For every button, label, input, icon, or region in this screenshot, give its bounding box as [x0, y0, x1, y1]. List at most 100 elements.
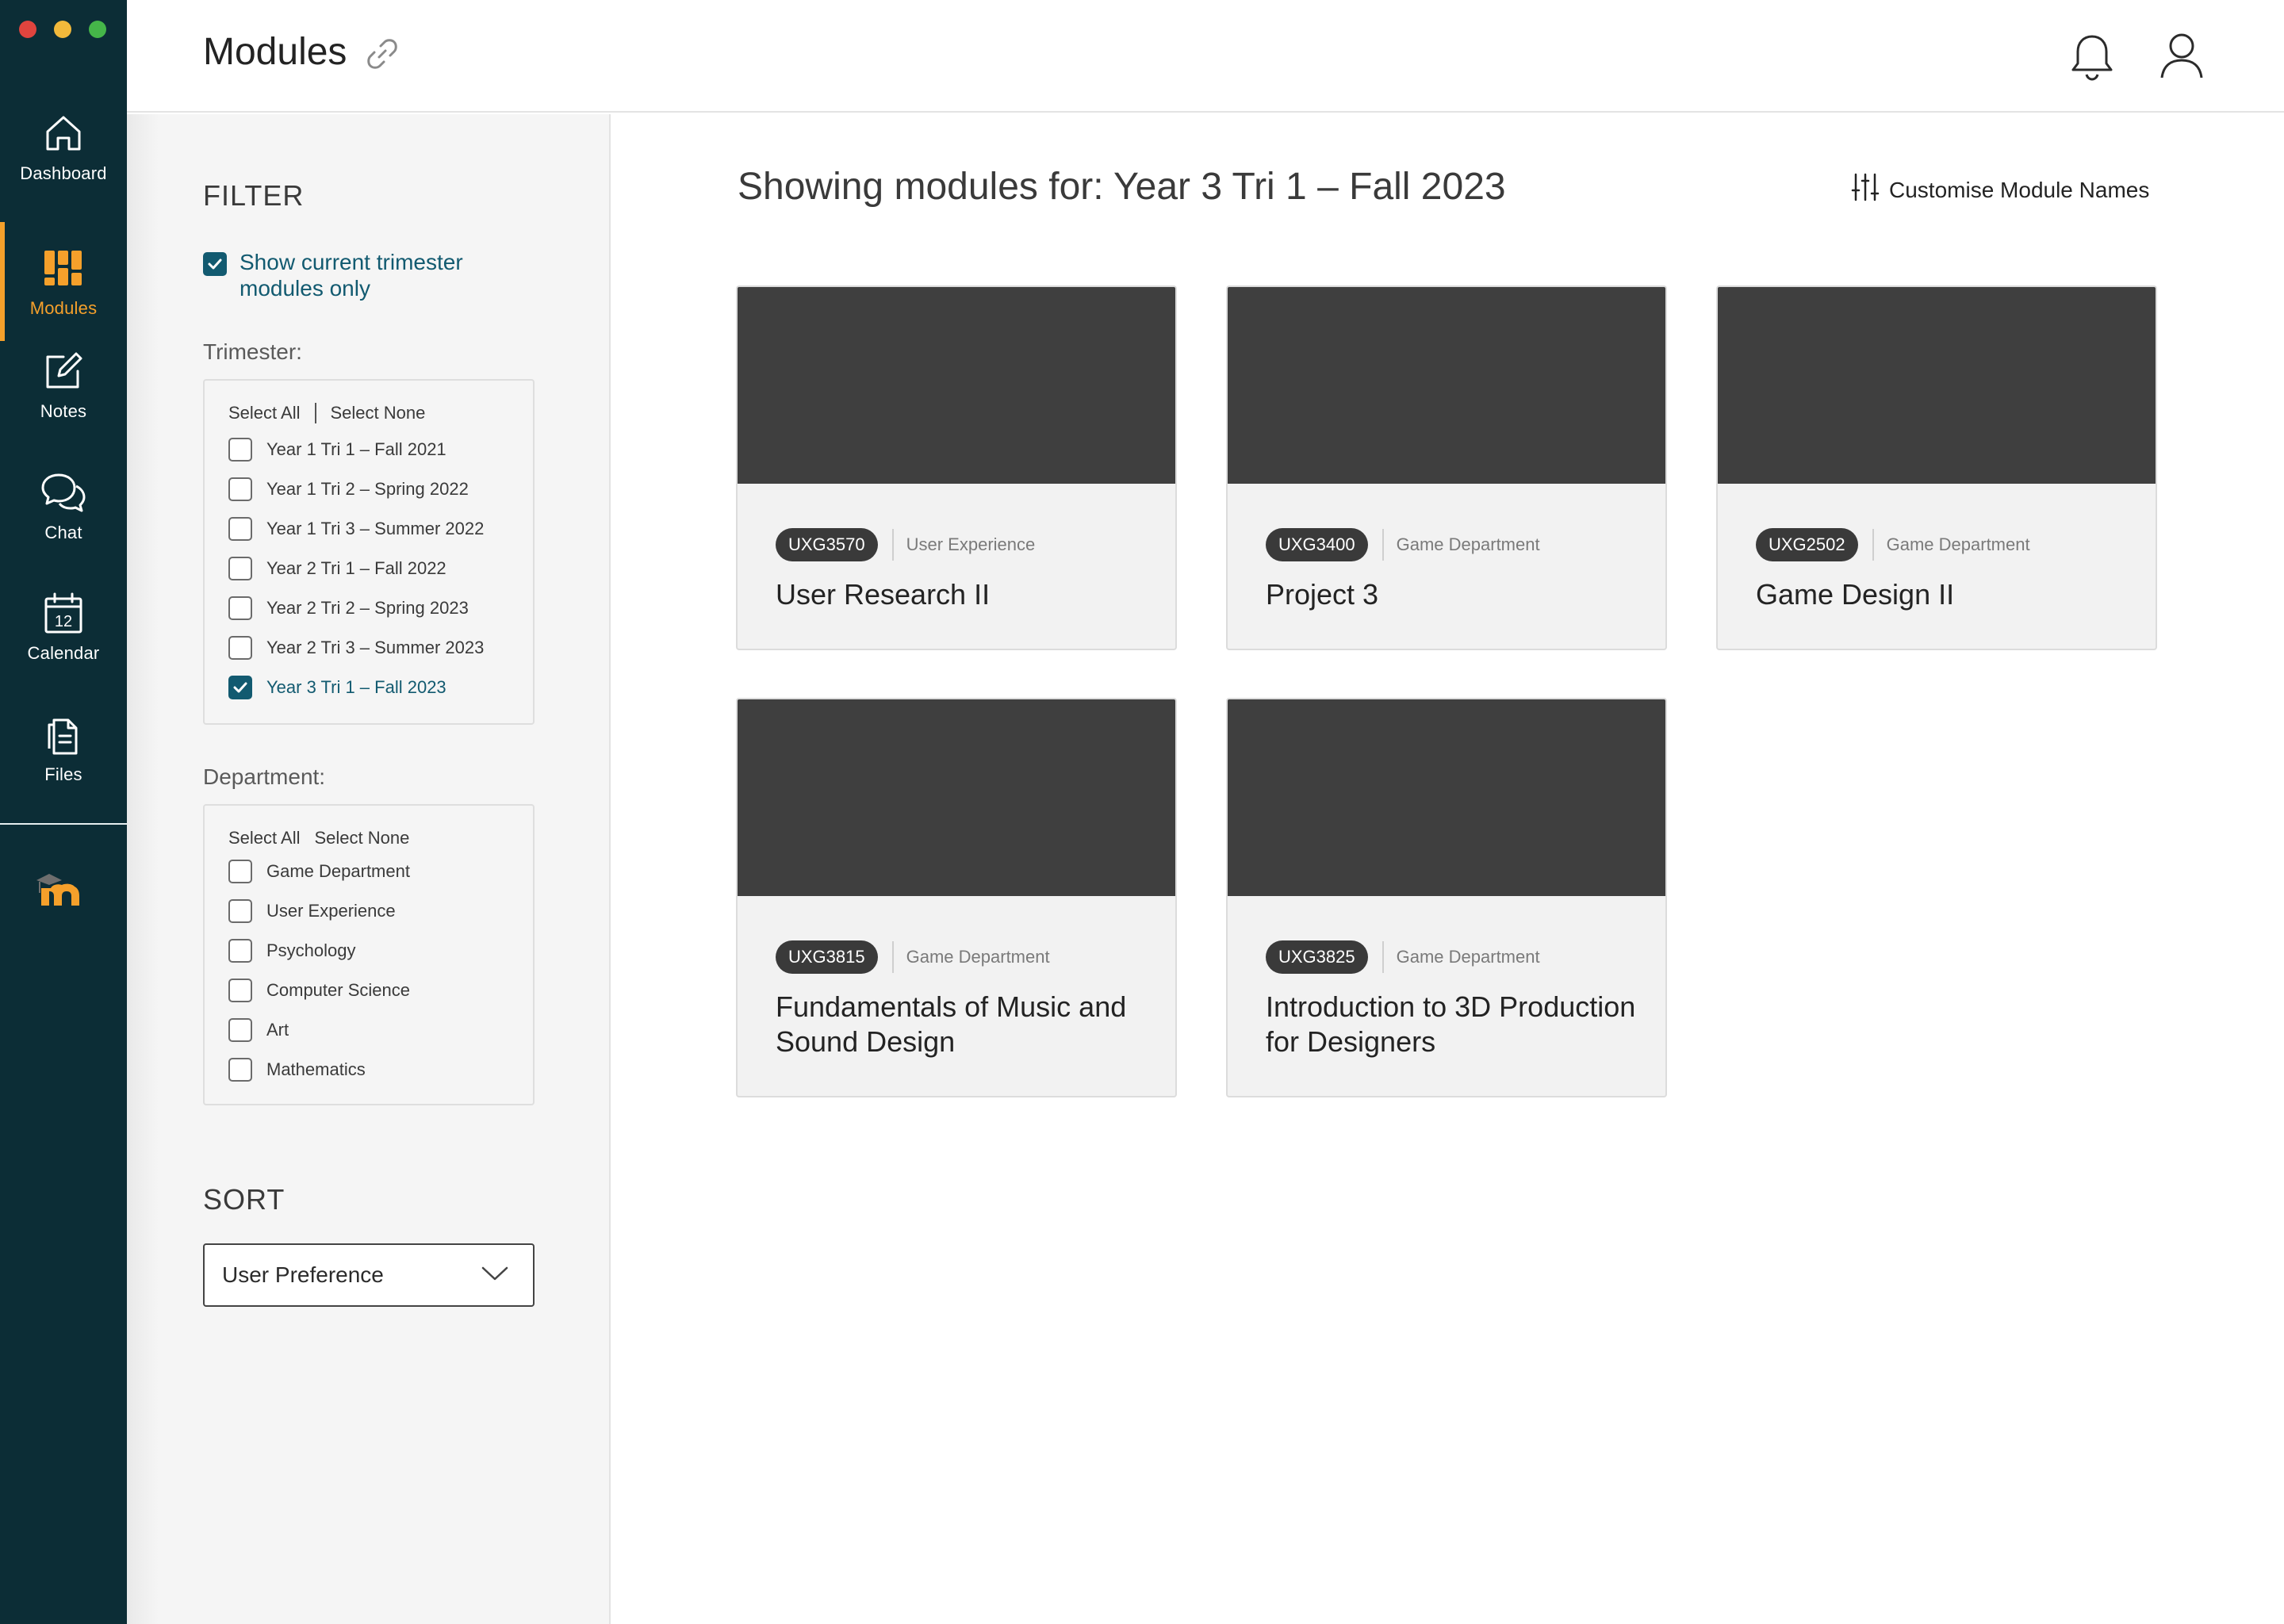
department-option[interactable]: User Experience [228, 891, 410, 931]
trimester-option[interactable]: Year 2 Tri 1 – Fall 2022 [228, 549, 484, 588]
trimester-option[interactable]: Year 1 Tri 2 – Spring 2022 [228, 469, 484, 509]
option-label: Year 1 Tri 2 – Spring 2022 [266, 479, 469, 499]
trimester-option[interactable]: Year 2 Tri 3 – Summer 2023 [228, 628, 484, 668]
checkbox[interactable] [228, 517, 252, 541]
option-label: User Experience [266, 901, 396, 921]
current-trimester-label: Show current trimester modules only [240, 250, 463, 301]
notes-icon [40, 347, 87, 395]
checkbox[interactable] [228, 636, 252, 660]
department-select-none-link[interactable]: Select None [315, 828, 410, 848]
checkbox[interactable] [228, 860, 252, 883]
module-department: Game Department [1886, 534, 2030, 554]
department-option[interactable]: Game Department [228, 852, 410, 891]
module-meta: UXG3815 Game Department [776, 940, 1050, 974]
bell-icon[interactable] [2068, 32, 2116, 82]
user-icon[interactable] [2157, 30, 2206, 81]
module-thumbnail [1228, 699, 1665, 896]
link-icon[interactable] [363, 35, 401, 73]
module-code-badge: UXG3570 [776, 528, 878, 561]
module-name: Game Design II [1756, 578, 1955, 611]
checkbox[interactable] [228, 557, 252, 580]
nav-label: Chat [44, 523, 82, 542]
page-title: Modules [203, 31, 347, 73]
department-select-all-link[interactable]: Select All [228, 828, 301, 848]
module-card[interactable]: UXG2502 Game Department Game Design II [1716, 285, 2157, 650]
trimester-label: Trimester: [203, 339, 302, 364]
module-meta: UXG3570 User Experience [776, 528, 1035, 561]
trimester-option[interactable]: Year 3 Tri 1 – Fall 2023 [228, 668, 484, 707]
top-bar: Modules [127, 0, 2284, 113]
module-thumbnail [1718, 287, 2156, 484]
checkbox[interactable] [228, 939, 252, 963]
option-label: Year 2 Tri 3 – Summer 2023 [266, 638, 485, 657]
department-select-controls: Select All Select None [228, 828, 409, 848]
filter-panel: FILTER Show current trimester modules on… [127, 114, 611, 1624]
checkbox[interactable] [228, 438, 252, 462]
module-department: User Experience [906, 534, 1036, 554]
window-controls [19, 21, 106, 38]
nav-item-files[interactable]: Files [0, 688, 127, 807]
nav-item-calendar[interactable]: 12 Calendar [0, 567, 127, 686]
module-name: Introduction to 3D Production for Design… [1266, 990, 1636, 1058]
checkbox[interactable] [228, 596, 252, 620]
trimester-option[interactable]: Year 1 Tri 3 – Summer 2022 [228, 509, 484, 549]
divider [1872, 529, 1874, 561]
nav-item-notes[interactable]: Notes [0, 325, 127, 444]
trimester-select-all-link[interactable]: Select All [228, 403, 301, 423]
module-card[interactable]: UXG3400 Game Department Project 3 [1226, 285, 1667, 650]
modules-icon [40, 244, 87, 292]
nav-item-chat[interactable]: Chat [0, 446, 127, 565]
customise-label: Customise Module Names [1889, 177, 2150, 202]
module-card[interactable]: UXG3570 User Experience User Research II [736, 285, 1177, 650]
checkbox[interactable] [228, 1058, 252, 1082]
department-option[interactable]: Mathematics [228, 1050, 410, 1090]
sort-dropdown[interactable]: User Preference [203, 1243, 535, 1307]
trimester-filter-box: Select All Select None Year 1 Tri 1 – Fa… [203, 379, 535, 725]
customise-module-names-button[interactable]: Customise Module Names [1849, 171, 2149, 209]
module-department: Game Department [906, 947, 1050, 967]
nav-item-dashboard[interactable]: Dashboard [0, 87, 127, 206]
trimester-option[interactable]: Year 2 Tri 2 – Spring 2023 [228, 588, 484, 628]
checkbox[interactable] [228, 1018, 252, 1042]
module-card[interactable]: UXG3815 Game Department Fundamentals of … [736, 698, 1177, 1097]
department-option[interactable]: Art [228, 1010, 410, 1050]
department-option[interactable]: Computer Science [228, 971, 410, 1010]
trimester-select-none-link[interactable]: Select None [331, 403, 426, 423]
divider [1382, 941, 1384, 973]
department-option[interactable]: Psychology [228, 931, 410, 971]
module-thumbnail [738, 287, 1175, 484]
nav-label: Dashboard [20, 163, 107, 183]
close-window-button[interactable] [19, 21, 36, 38]
nav-label: Notes [40, 401, 87, 421]
current-trimester-toggle[interactable]: Show current trimester modules only [203, 249, 509, 301]
minimize-window-button[interactable] [54, 21, 71, 38]
department-filter-box: Select All Select None Game Department U… [203, 804, 535, 1105]
option-label: Year 1 Tri 1 – Fall 2021 [266, 439, 446, 459]
nav-label: Modules [29, 298, 98, 318]
modules-heading: Showing modules for: Year 3 Tri 1 – Fall… [738, 166, 1506, 208]
module-department: Game Department [1396, 534, 1540, 554]
option-label: Game Department [266, 861, 410, 881]
nav-item-modules[interactable]: Modules [0, 222, 127, 341]
nav-label: Files [44, 764, 82, 784]
nav-rail: Dashboard Modules Notes Chat 12 Calendar… [0, 0, 127, 1624]
option-label: Year 2 Tri 1 – Fall 2022 [266, 558, 446, 578]
divider [1382, 529, 1384, 561]
module-card[interactable]: UXG3825 Game Department Introduction to … [1226, 698, 1667, 1097]
checkbox[interactable] [228, 477, 252, 501]
checkbox[interactable] [228, 676, 252, 699]
checkbox[interactable] [228, 979, 252, 1002]
trimester-select-controls: Select All Select None [228, 403, 425, 423]
checkbox[interactable] [228, 899, 252, 923]
module-meta: UXG3400 Game Department [1266, 528, 1540, 561]
option-label: Year 2 Tri 2 – Spring 2023 [266, 598, 469, 618]
divider [314, 403, 316, 423]
svg-text:12: 12 [55, 613, 72, 630]
module-department: Game Department [1396, 947, 1540, 967]
checkbox[interactable] [203, 252, 227, 276]
zoom-window-button[interactable] [89, 21, 106, 38]
trimester-option[interactable]: Year 1 Tri 1 – Fall 2021 [228, 430, 484, 469]
department-label: Department: [203, 764, 326, 789]
option-label: Psychology [266, 940, 356, 960]
option-label: Year 1 Tri 3 – Summer 2022 [266, 519, 485, 538]
